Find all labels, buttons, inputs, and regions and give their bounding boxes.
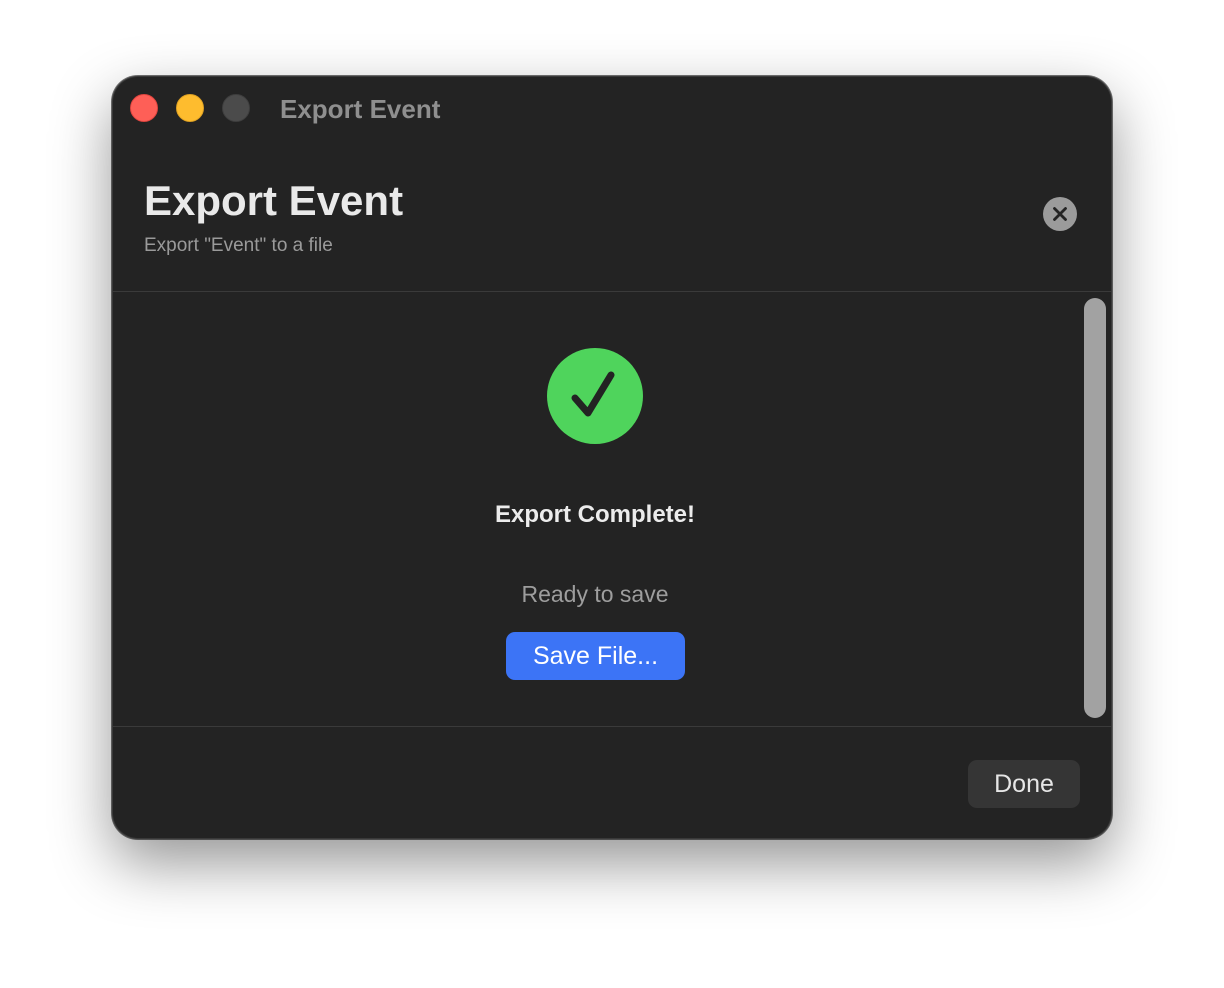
titlebar: Export Event <box>112 76 1112 140</box>
dismiss-button[interactable] <box>1043 197 1077 231</box>
save-file-button[interactable]: Save File... <box>506 632 685 680</box>
dialog-content: Export Complete! Ready to save Save File… <box>112 292 1112 726</box>
window-close-button[interactable] <box>130 94 158 122</box>
dialog-footer: Done <box>112 726 1112 839</box>
window-title: Export Event <box>280 94 441 124</box>
scrollbar-thumb[interactable] <box>1084 298 1106 718</box>
done-button[interactable]: Done <box>968 760 1080 808</box>
status-text: Ready to save <box>521 581 669 607</box>
export-dialog-window: Export Event Export Event Export "Event"… <box>112 76 1112 839</box>
window-zoom-button[interactable] <box>222 94 250 122</box>
checkmark-circle-icon <box>547 348 643 444</box>
export-complete-heading: Export Complete! <box>494 501 695 528</box>
page-subtitle: Export "Event" to a file <box>144 235 333 256</box>
window-minimize-button[interactable] <box>176 94 204 122</box>
page-title: Export Event <box>144 177 404 224</box>
xmark-circle-icon <box>1053 207 1067 221</box>
dialog-header: Export Event Export "Event" to a file <box>112 140 1112 292</box>
